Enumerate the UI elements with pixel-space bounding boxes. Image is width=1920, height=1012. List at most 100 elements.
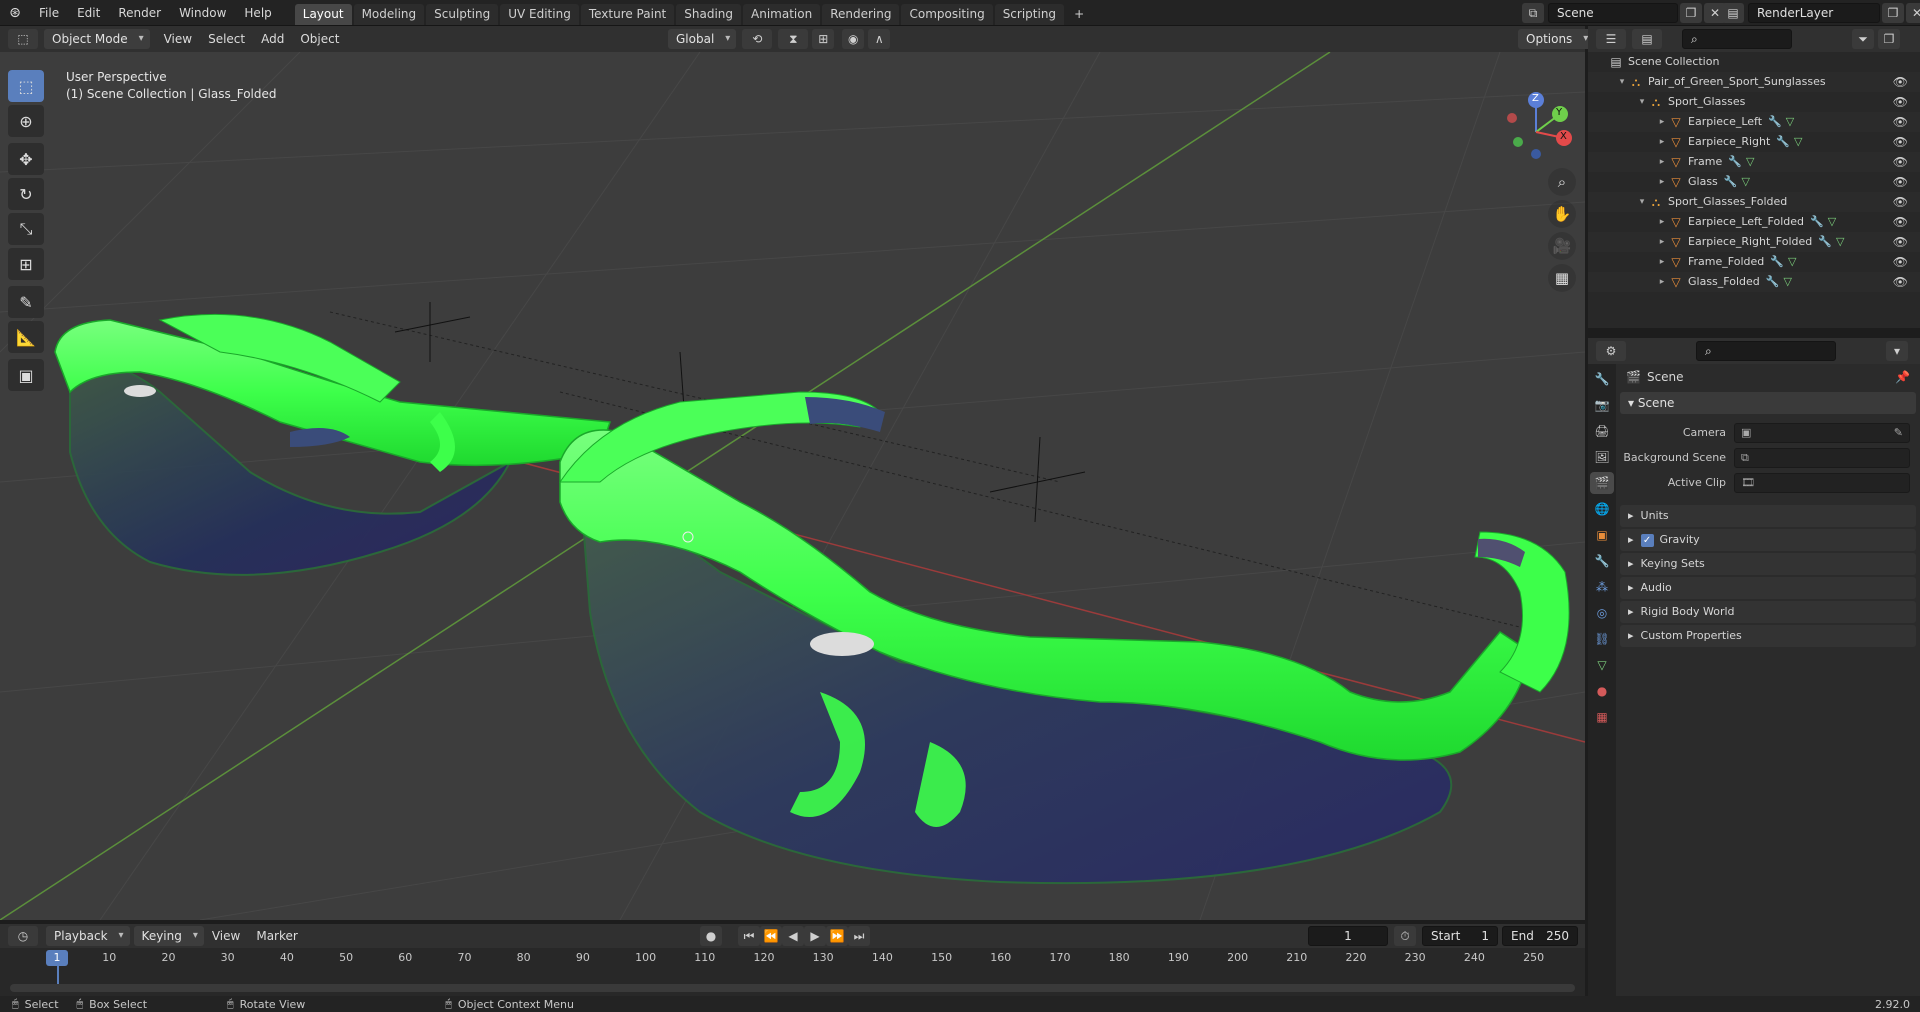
tab-compositing[interactable]: Compositing: [901, 3, 993, 25]
options-dropdown[interactable]: Options: [1518, 29, 1595, 49]
proportional-edit-icon[interactable]: ◉: [842, 29, 865, 49]
camera-field[interactable]: ▣ ✎: [1734, 422, 1910, 443]
visibility-eye-icon[interactable]: 👁: [1893, 92, 1908, 112]
expand-arrow-icon[interactable]: ▸: [1656, 152, 1668, 172]
particles-tab-icon[interactable]: ⁂: [1590, 576, 1614, 598]
visibility-eye-icon[interactable]: 👁: [1893, 72, 1908, 92]
rigid-body-world-panel[interactable]: ▸ Rigid Body World: [1620, 601, 1916, 623]
tab-layout[interactable]: Layout: [294, 3, 352, 25]
new-layer-icon[interactable]: ❐: [1882, 3, 1904, 23]
render-layer-icon[interactable]: ▤: [1722, 3, 1744, 23]
keying-dropdown[interactable]: Keying: [133, 926, 204, 946]
mesh-data-icon[interactable]: ▽: [1836, 232, 1844, 252]
expand-arrow-icon[interactable]: ▸: [1656, 132, 1668, 152]
eyedropper-icon[interactable]: ✎: [1894, 426, 1903, 439]
transform-orientation-dropdown[interactable]: Global: [668, 29, 737, 49]
visibility-eye-icon[interactable]: 👁: [1893, 172, 1908, 192]
play-icon[interactable]: ▶: [804, 926, 826, 946]
audio-panel[interactable]: ▸ Audio: [1620, 577, 1916, 599]
outliner-row[interactable]: ▸ ▽ Glass_Folded 🔧 ▽ 👁: [1588, 272, 1920, 292]
outliner-row[interactable]: ▤ Scene Collection: [1588, 52, 1920, 72]
expand-arrow-icon[interactable]: ▸: [1656, 232, 1668, 252]
expand-arrow-icon[interactable]: ▸: [1656, 252, 1668, 272]
start-frame-field[interactable]: Start 1: [1422, 926, 1498, 946]
filter-icon[interactable]: ⏷: [1852, 29, 1874, 49]
menu-edit[interactable]: Edit: [68, 0, 109, 26]
menu-add[interactable]: Add: [253, 29, 292, 49]
select-box-tool-icon[interactable]: ⬚: [8, 70, 44, 102]
menu-window[interactable]: Window: [170, 0, 235, 26]
blender-logo-icon[interactable]: ⊛: [0, 5, 30, 21]
jump-end-icon[interactable]: ⏭: [848, 926, 870, 946]
gravity-panel[interactable]: ▸ ✓ Gravity: [1620, 529, 1916, 551]
visibility-eye-icon[interactable]: 👁: [1893, 272, 1908, 292]
menu-object[interactable]: Object: [292, 29, 347, 49]
editor-type-icon[interactable]: ⬚: [8, 29, 38, 49]
modifier-tab-icon[interactable]: 🔧: [1590, 550, 1614, 572]
new-collection-icon[interactable]: ❐: [1878, 29, 1900, 49]
outliner-row[interactable]: ▸ ▽ Earpiece_Right_Folded 🔧 ▽ 👁: [1588, 232, 1920, 252]
outliner-search-input[interactable]: ⌕: [1682, 29, 1792, 49]
background-scene-field[interactable]: ⧉: [1734, 447, 1910, 468]
playback-dropdown[interactable]: Playback: [46, 926, 130, 946]
menu-file[interactable]: File: [30, 0, 68, 26]
tab-texture-paint[interactable]: Texture Paint: [580, 3, 675, 25]
modifier-icon[interactable]: 🔧: [1770, 252, 1784, 272]
scene-name-field[interactable]: Scene: [1548, 3, 1678, 23]
preview-range-icon[interactable]: ⏱: [1394, 926, 1416, 946]
mesh-data-icon[interactable]: ▽: [1828, 212, 1836, 232]
ortho-grid-icon[interactable]: ▦: [1548, 264, 1576, 292]
timeline-scrollbar[interactable]: [10, 984, 1575, 992]
play-reverse-icon[interactable]: ◀: [782, 926, 804, 946]
collapse-arrow-icon[interactable]: ▾: [1616, 72, 1628, 92]
object-tab-icon[interactable]: ▣: [1590, 524, 1614, 546]
timeline-marker-menu[interactable]: Marker: [248, 926, 305, 946]
outliner-row[interactable]: ▸ ▽ Earpiece_Left 🔧 ▽ 👁: [1588, 112, 1920, 132]
modifier-icon[interactable]: 🔧: [1766, 272, 1780, 292]
next-keyframe-icon[interactable]: ⏩: [826, 926, 848, 946]
pivot-icon[interactable]: ⟲: [742, 29, 773, 49]
tab-modeling[interactable]: Modeling: [353, 3, 425, 25]
visibility-eye-icon[interactable]: 👁: [1893, 132, 1908, 152]
measure-tool-icon[interactable]: 📐: [8, 321, 44, 353]
camera-view-icon[interactable]: 🎥: [1548, 232, 1576, 260]
snap-icon[interactable]: ⧗: [778, 29, 809, 49]
playhead[interactable]: 1: [46, 950, 68, 966]
properties-options-icon[interactable]: ▾: [1886, 341, 1908, 361]
annotate-tool-icon[interactable]: ✎: [8, 286, 44, 318]
mesh-data-icon[interactable]: ▽: [1746, 152, 1754, 172]
delete-layer-icon[interactable]: ✕: [1906, 3, 1920, 23]
units-panel[interactable]: ▸ Units: [1620, 505, 1916, 527]
cursor-tool-icon[interactable]: ⊕: [8, 105, 44, 137]
collapse-arrow-icon[interactable]: ▾: [1636, 192, 1648, 212]
tab-animation[interactable]: Animation: [743, 3, 821, 25]
properties-editor-icon[interactable]: ⚙: [1596, 341, 1626, 361]
mesh-data-icon[interactable]: ▽: [1783, 272, 1791, 292]
add-cube-tool-icon[interactable]: ▣: [8, 359, 44, 391]
expand-arrow-icon[interactable]: ▸: [1656, 212, 1668, 232]
tab-shading[interactable]: Shading: [676, 3, 741, 25]
add-workspace-button[interactable]: +: [1066, 4, 1092, 25]
keying-sets-panel[interactable]: ▸ Keying Sets: [1620, 553, 1916, 575]
object-mode-dropdown[interactable]: Object Mode: [44, 29, 150, 49]
visibility-eye-icon[interactable]: 👁: [1893, 192, 1908, 212]
gravity-checkbox[interactable]: ✓: [1640, 533, 1654, 547]
visibility-eye-icon[interactable]: 👁: [1893, 252, 1908, 272]
timeline-view-menu[interactable]: View: [204, 926, 248, 946]
new-scene-icon[interactable]: ❐: [1680, 3, 1702, 23]
snap-target-icon[interactable]: ⊞: [812, 29, 835, 49]
constraints-tab-icon[interactable]: ⛓: [1590, 628, 1614, 650]
outliner-editor-icon[interactable]: ☰: [1596, 29, 1626, 49]
render-layer-field[interactable]: RenderLayer: [1748, 3, 1880, 23]
jump-start-icon[interactable]: ⏮: [738, 926, 760, 946]
visibility-eye-icon[interactable]: 👁: [1893, 212, 1908, 232]
end-frame-field[interactable]: End 250: [1502, 926, 1578, 946]
mesh-data-icon[interactable]: ▽: [1788, 252, 1796, 272]
move-tool-icon[interactable]: ✥: [8, 143, 44, 175]
scene-tab-icon[interactable]: 🎬: [1590, 472, 1614, 494]
menu-view[interactable]: View: [156, 29, 200, 49]
visibility-eye-icon[interactable]: 👁: [1893, 232, 1908, 252]
tab-rendering[interactable]: Rendering: [822, 3, 900, 25]
active-clip-field[interactable]: 🎞: [1734, 472, 1910, 493]
menu-help[interactable]: Help: [235, 0, 280, 26]
